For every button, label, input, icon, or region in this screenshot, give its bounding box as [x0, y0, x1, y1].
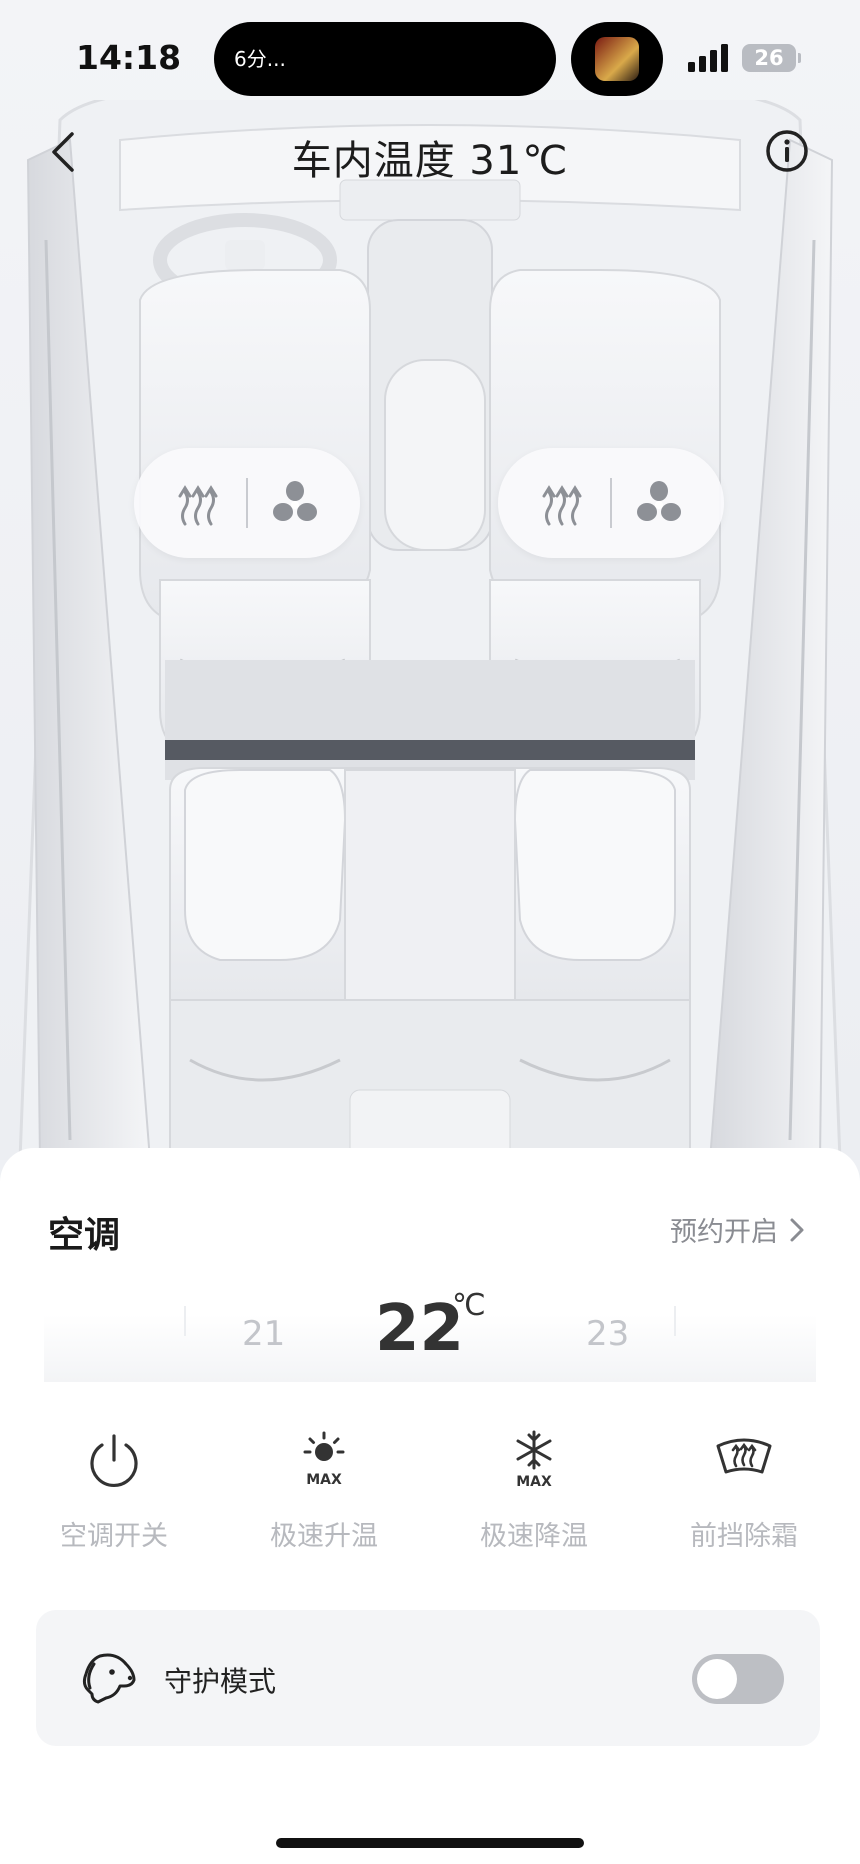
schedule-label: 预约开启	[670, 1217, 778, 1248]
car-interior-illustration	[18, 100, 842, 1160]
picker-tick	[184, 1306, 186, 1336]
dynamic-island-app[interactable]	[571, 22, 663, 96]
rapid-cool-button[interactable]: MAX 极速降温	[444, 1430, 624, 1553]
picker-tick	[674, 1306, 676, 1336]
cellular-signal-icon	[688, 44, 728, 72]
divider	[610, 478, 612, 528]
battery-level: 26	[754, 46, 784, 70]
front-right-seat-controls	[498, 448, 724, 558]
temp-option-next[interactable]: 23	[586, 1314, 629, 1354]
rapid-cool-label: 极速降温	[480, 1521, 588, 1552]
ac-quick-controls: 空调开关 MAX 极速升温 MAX 极速降温 前挡除霜	[0, 1430, 860, 1560]
divider	[246, 478, 248, 528]
home-indicator[interactable]	[276, 1838, 584, 1848]
dynamic-island[interactable]: 6分...	[214, 22, 556, 96]
max-badge: MAX	[516, 1474, 552, 1490]
windshield-defrost-label: 前挡除霜	[690, 1521, 798, 1552]
toggle-knob	[697, 1659, 737, 1699]
ac-control-sheet: 空调 预约开启 21 22 ℃ 23 空调开关 MAX 极速升温 MAX 极速降…	[0, 1148, 860, 1864]
page-title: 车内温度 31℃	[291, 138, 569, 184]
seat-fan-icon[interactable]	[636, 480, 682, 526]
temp-option-prev[interactable]: 21	[242, 1314, 285, 1354]
temperature-picker[interactable]: 21 22 ℃ 23	[44, 1270, 816, 1382]
dog-icon	[82, 1653, 136, 1704]
rapid-heat-button[interactable]: MAX 极速升温	[234, 1430, 414, 1553]
seat-heat-icon[interactable]	[540, 478, 584, 528]
ac-power-label: 空调开关	[60, 1521, 168, 1552]
guard-mode-label: 守护模式	[164, 1665, 277, 1698]
max-badge: MAX	[306, 1472, 342, 1488]
seat-fan-icon[interactable]	[272, 480, 318, 526]
guard-mode-toggle[interactable]	[692, 1654, 784, 1704]
rapid-heat-label: 极速升温	[270, 1521, 378, 1552]
snowflake-max-icon: MAX	[516, 1430, 552, 1490]
ac-power-button[interactable]: 空调开关	[24, 1430, 204, 1553]
island-activity-text: 6分...	[234, 47, 286, 71]
ac-section-title: 空调	[48, 1215, 121, 1256]
info-circle-icon[interactable]	[764, 128, 810, 174]
seat-heat-icon[interactable]	[176, 478, 220, 528]
windshield-defrost-button[interactable]: 前挡除霜	[654, 1430, 834, 1553]
sun-max-icon: MAX	[303, 1431, 345, 1488]
temp-unit: ℃	[452, 1288, 486, 1323]
status-time: 14:18	[76, 38, 182, 77]
front-left-seat-controls	[134, 448, 360, 558]
guard-mode-row: 守护模式	[36, 1610, 820, 1746]
windshield-defrost-icon	[716, 1438, 772, 1474]
power-icon	[90, 1434, 138, 1487]
chevron-right-icon	[790, 1218, 804, 1241]
battery-indicator: 26	[742, 44, 801, 72]
app-thumbnail-icon	[595, 37, 639, 81]
temp-current-value: 22	[375, 1292, 465, 1366]
schedule-start-link[interactable]: 预约开启	[670, 1210, 806, 1249]
